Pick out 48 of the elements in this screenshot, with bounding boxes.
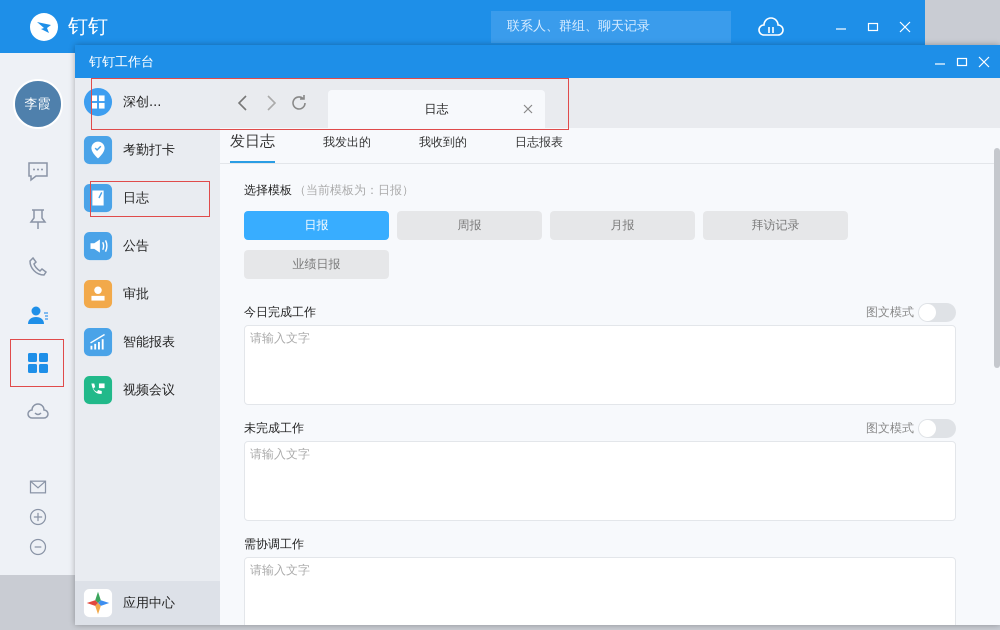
- window-title: 钉钉工作台: [89, 54, 154, 70]
- grid-icon[interactable]: [26, 351, 50, 375]
- text-area[interactable]: 请输入文字: [244, 557, 956, 625]
- app-label[interactable]: 深创...: [123, 93, 162, 111]
- notepad-icon[interactable]: [83, 183, 113, 213]
- app-label[interactable]: 日志: [123, 189, 149, 207]
- app-label[interactable]: 考勤打卡: [123, 141, 175, 159]
- text-area[interactable]: 请输入文字: [244, 325, 956, 405]
- sub-tab[interactable]: 日志报表: [515, 128, 563, 163]
- template-label: 选择模板: [244, 182, 292, 199]
- compass-icon[interactable]: [83, 588, 113, 618]
- search-field[interactable]: 联系人、群组、聊天记录: [491, 10, 731, 42]
- app-label[interactable]: 公告: [123, 237, 149, 255]
- logo-icon: [30, 12, 58, 40]
- minus-circle-icon[interactable]: [28, 537, 48, 557]
- app-center-label[interactable]: 应用中心: [123, 594, 175, 612]
- section-label: 今日完成工作: [244, 304, 316, 320]
- template-option[interactable]: 月报: [550, 211, 695, 240]
- template-option[interactable]: 业绩日报: [244, 250, 389, 279]
- app-name: 钉钉: [68, 13, 108, 40]
- section-label: 需协调工作: [244, 536, 304, 552]
- toggle-switch[interactable]: [918, 418, 956, 438]
- toggle-label: 图文模式: [866, 304, 914, 320]
- template-option[interactable]: 拜访记录: [703, 211, 848, 240]
- app-label[interactable]: 视频会议: [123, 381, 175, 399]
- section-label: 未完成工作: [244, 420, 304, 436]
- template-hint: （当前模板为：日报）: [294, 182, 414, 199]
- plus-icon[interactable]: [28, 507, 48, 527]
- toggle-label: 图文模式: [866, 420, 914, 436]
- person-stamp-icon[interactable]: [83, 279, 113, 309]
- location-pin-icon[interactable]: [83, 135, 113, 165]
- text-area[interactable]: 请输入文字: [244, 441, 956, 521]
- close-icon[interactable]: [523, 104, 533, 114]
- sub-tab[interactable]: 发日志: [230, 128, 275, 163]
- app-label[interactable]: 智能报表: [123, 333, 175, 351]
- video-phone-icon[interactable]: [83, 375, 113, 405]
- user-avatar[interactable]: 李霞: [12, 79, 62, 129]
- sub-tab[interactable]: 我收到的: [419, 128, 467, 163]
- megaphone-icon[interactable]: [83, 231, 113, 261]
- template-option[interactable]: 周报: [397, 211, 542, 240]
- sub-tab[interactable]: 我发出的: [323, 128, 371, 163]
- app-label[interactable]: 审批: [123, 285, 149, 303]
- bar-chart-icon[interactable]: [83, 327, 113, 357]
- toggle-switch[interactable]: [918, 302, 956, 322]
- grid-icon[interactable]: [83, 87, 113, 117]
- maximize-icon[interactable]: [867, 20, 879, 32]
- browser-tab[interactable]: 日志: [328, 90, 545, 128]
- maximize-icon[interactable]: [956, 56, 968, 68]
